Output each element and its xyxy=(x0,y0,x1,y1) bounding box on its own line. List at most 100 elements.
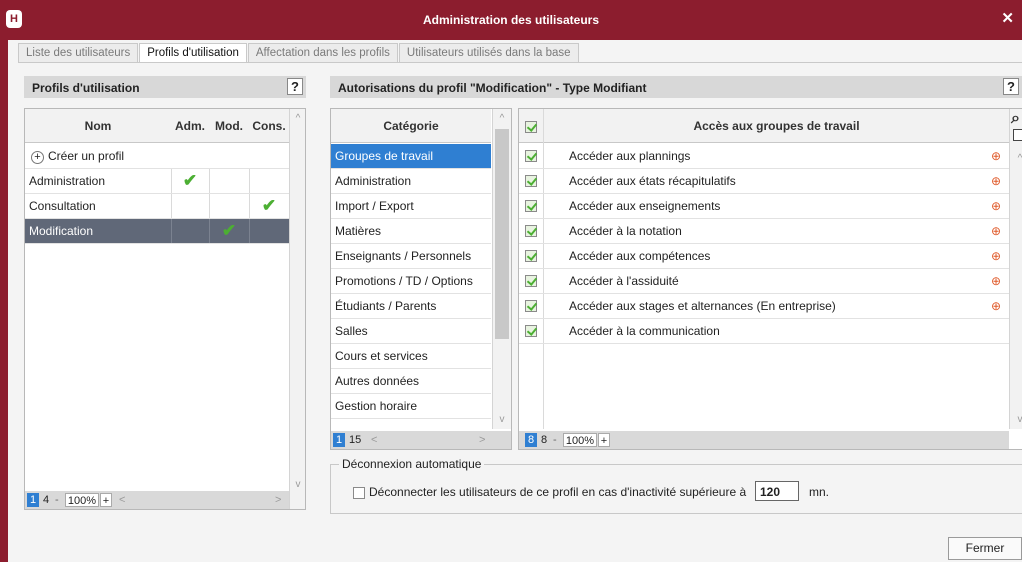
select-all-checkbox[interactable] xyxy=(519,109,543,143)
search-icon[interactable]: ⌕ xyxy=(1011,111,1020,127)
checkmark-icon: ✔ xyxy=(221,221,237,240)
column-header-category[interactable]: Catégorie xyxy=(331,109,491,143)
help-icon[interactable]: ? xyxy=(1003,78,1019,95)
category-item[interactable]: Salles xyxy=(331,319,491,344)
table-row-selected[interactable]: Modification ✔ xyxy=(25,219,289,244)
window-body: Liste des utilisateurs Profils d'utilisa… xyxy=(0,40,1022,562)
profiles-panel-header: Profils d'utilisation ? xyxy=(24,76,306,98)
permission-checkbox[interactable] xyxy=(525,275,537,287)
scroll-up-icon[interactable]: ^ xyxy=(291,113,305,124)
permission-checkbox[interactable] xyxy=(525,225,537,237)
category-item[interactable]: Import / Export xyxy=(331,194,491,219)
permission-checkbox[interactable] xyxy=(525,175,537,187)
scroll-left-icon[interactable]: < xyxy=(371,433,377,447)
table-row[interactable]: Consultation ✔ xyxy=(25,194,289,219)
zoom-out-button[interactable]: - xyxy=(55,493,59,507)
permission-label: Accéder aux enseignements xyxy=(569,199,721,213)
add-circle-icon[interactable]: + xyxy=(31,151,44,164)
scroll-down-icon[interactable]: v xyxy=(1013,414,1022,425)
copy-icon[interactable] xyxy=(1013,129,1022,141)
permission-label: Accéder aux plannings xyxy=(569,149,691,163)
zoom-level: 100% xyxy=(65,493,99,507)
page-indicator: 8 xyxy=(525,433,537,447)
category-list: Catégorie ^ v Groupes de travail Adminis… xyxy=(330,108,512,450)
permission-row[interactable]: Accéder à la communication xyxy=(519,319,1009,344)
category-item[interactable]: Étudiants / Parents xyxy=(331,294,491,319)
scroll-down-icon[interactable]: v xyxy=(495,414,509,425)
globe-icon: ⊕ xyxy=(991,299,1002,313)
auto-logout-checkbox[interactable] xyxy=(353,487,365,499)
globe-icon: ⊕ xyxy=(991,274,1002,288)
title-bar: H Administration des utilisateurs ✕ xyxy=(0,0,1022,40)
permissions-scrollbar[interactable]: ⌕ ^ v xyxy=(1009,109,1022,429)
permission-label: Accéder aux compétences xyxy=(569,249,711,263)
profiles-scrollbar[interactable]: ^ v xyxy=(289,109,305,509)
profiles-panel-title: Profils d'utilisation xyxy=(32,81,140,95)
scroll-up-icon[interactable]: ^ xyxy=(1013,153,1022,164)
profile-name: Modification xyxy=(29,224,94,238)
permissions-footer: 8 8 - 100% + xyxy=(519,431,1009,449)
row-count: 4 xyxy=(43,494,50,506)
column-header-mod[interactable]: Mod. xyxy=(209,109,249,143)
tab-bar: Liste des utilisateurs Profils d'utilisa… xyxy=(18,43,580,63)
close-icon[interactable]: ✕ xyxy=(1001,11,1014,26)
profile-name: Consultation xyxy=(29,199,96,213)
profiles-table: Nom Adm. Mod. Cons. ^ v + Créer un profil… xyxy=(24,108,306,510)
permissions-table: Accès aux groupes de travail ⌕ ^ v Accéd… xyxy=(518,108,1022,450)
auto-logout-legend: Déconnexion automatique xyxy=(339,457,485,471)
inactivity-minutes-input[interactable]: 120 xyxy=(755,481,799,501)
scroll-up-icon[interactable]: ^ xyxy=(495,113,509,124)
window-title: Administration des utilisateurs xyxy=(422,13,600,27)
category-item[interactable]: Promotions / TD / Options xyxy=(331,269,491,294)
permission-row[interactable]: Accéder aux états récapitulatifs ⊕ xyxy=(519,169,1009,194)
permission-checkbox[interactable] xyxy=(525,250,537,262)
globe-icon: ⊕ xyxy=(991,174,1002,188)
globe-icon: ⊕ xyxy=(991,149,1002,163)
permission-checkbox[interactable] xyxy=(525,150,537,162)
scroll-down-icon[interactable]: v xyxy=(291,479,305,490)
permission-checkbox[interactable] xyxy=(525,300,537,312)
tab-users-in-base[interactable]: Utilisateurs utilisés dans la base xyxy=(398,43,579,63)
scroll-right-icon[interactable]: > xyxy=(275,493,281,507)
column-header-name[interactable]: Nom xyxy=(25,109,171,143)
zoom-in-button[interactable]: + xyxy=(598,433,610,447)
category-item[interactable]: Administration xyxy=(331,169,491,194)
permission-row[interactable]: Accéder aux plannings ⊕ xyxy=(519,144,1009,169)
category-item[interactable]: Autres données xyxy=(331,369,491,394)
close-button[interactable]: Fermer xyxy=(948,537,1022,560)
globe-icon: ⊕ xyxy=(991,199,1002,213)
tab-user-list[interactable]: Liste des utilisateurs xyxy=(18,43,139,63)
help-icon[interactable]: ? xyxy=(287,78,303,95)
page-indicator: 1 xyxy=(27,493,39,507)
permission-row[interactable]: Accéder à l'assiduité ⊕ xyxy=(519,269,1009,294)
category-item[interactable]: Cours et services xyxy=(331,344,491,369)
permission-label: Accéder aux états récapitulatifs xyxy=(569,174,736,188)
table-row[interactable]: Administration ✔ xyxy=(25,169,289,194)
column-header-access[interactable]: Accès aux groupes de travail xyxy=(543,109,1009,143)
auto-logout-group: Déconnexion automatique Déconnecter les … xyxy=(330,457,1022,514)
column-header-cons[interactable]: Cons. xyxy=(249,109,289,143)
category-item[interactable]: Matières xyxy=(331,219,491,244)
permission-checkbox[interactable] xyxy=(525,200,537,212)
category-count: 15 xyxy=(349,434,362,446)
category-scrollbar[interactable]: ^ v xyxy=(492,109,511,429)
permission-row[interactable]: Accéder aux enseignements ⊕ xyxy=(519,194,1009,219)
scroll-thumb[interactable] xyxy=(495,129,509,339)
category-item[interactable]: Gestion horaire xyxy=(331,394,491,419)
tab-profile-assignment[interactable]: Affectation dans les profils xyxy=(247,43,398,63)
scroll-right-icon[interactable]: > xyxy=(479,433,485,447)
scroll-left-icon[interactable]: < xyxy=(119,493,125,507)
zoom-in-button[interactable]: + xyxy=(100,493,112,507)
permission-label: Accéder à la communication xyxy=(569,324,720,338)
permission-row[interactable]: Accéder à la notation ⊕ xyxy=(519,219,1009,244)
permission-row[interactable]: Accéder aux stages et alternances (En en… xyxy=(519,294,1009,319)
category-footer: 1 15 < > xyxy=(331,431,511,449)
create-profile-row[interactable]: + Créer un profil xyxy=(25,144,289,169)
column-header-adm[interactable]: Adm. xyxy=(171,109,209,143)
permission-row[interactable]: Accéder aux compétences ⊕ xyxy=(519,244,1009,269)
permission-checkbox[interactable] xyxy=(525,325,537,337)
category-item[interactable]: Enseignants / Personnels xyxy=(331,244,491,269)
tab-usage-profiles[interactable]: Profils d'utilisation xyxy=(139,43,247,63)
category-item[interactable]: Groupes de travail xyxy=(331,144,491,169)
zoom-out-button[interactable]: - xyxy=(553,433,557,447)
